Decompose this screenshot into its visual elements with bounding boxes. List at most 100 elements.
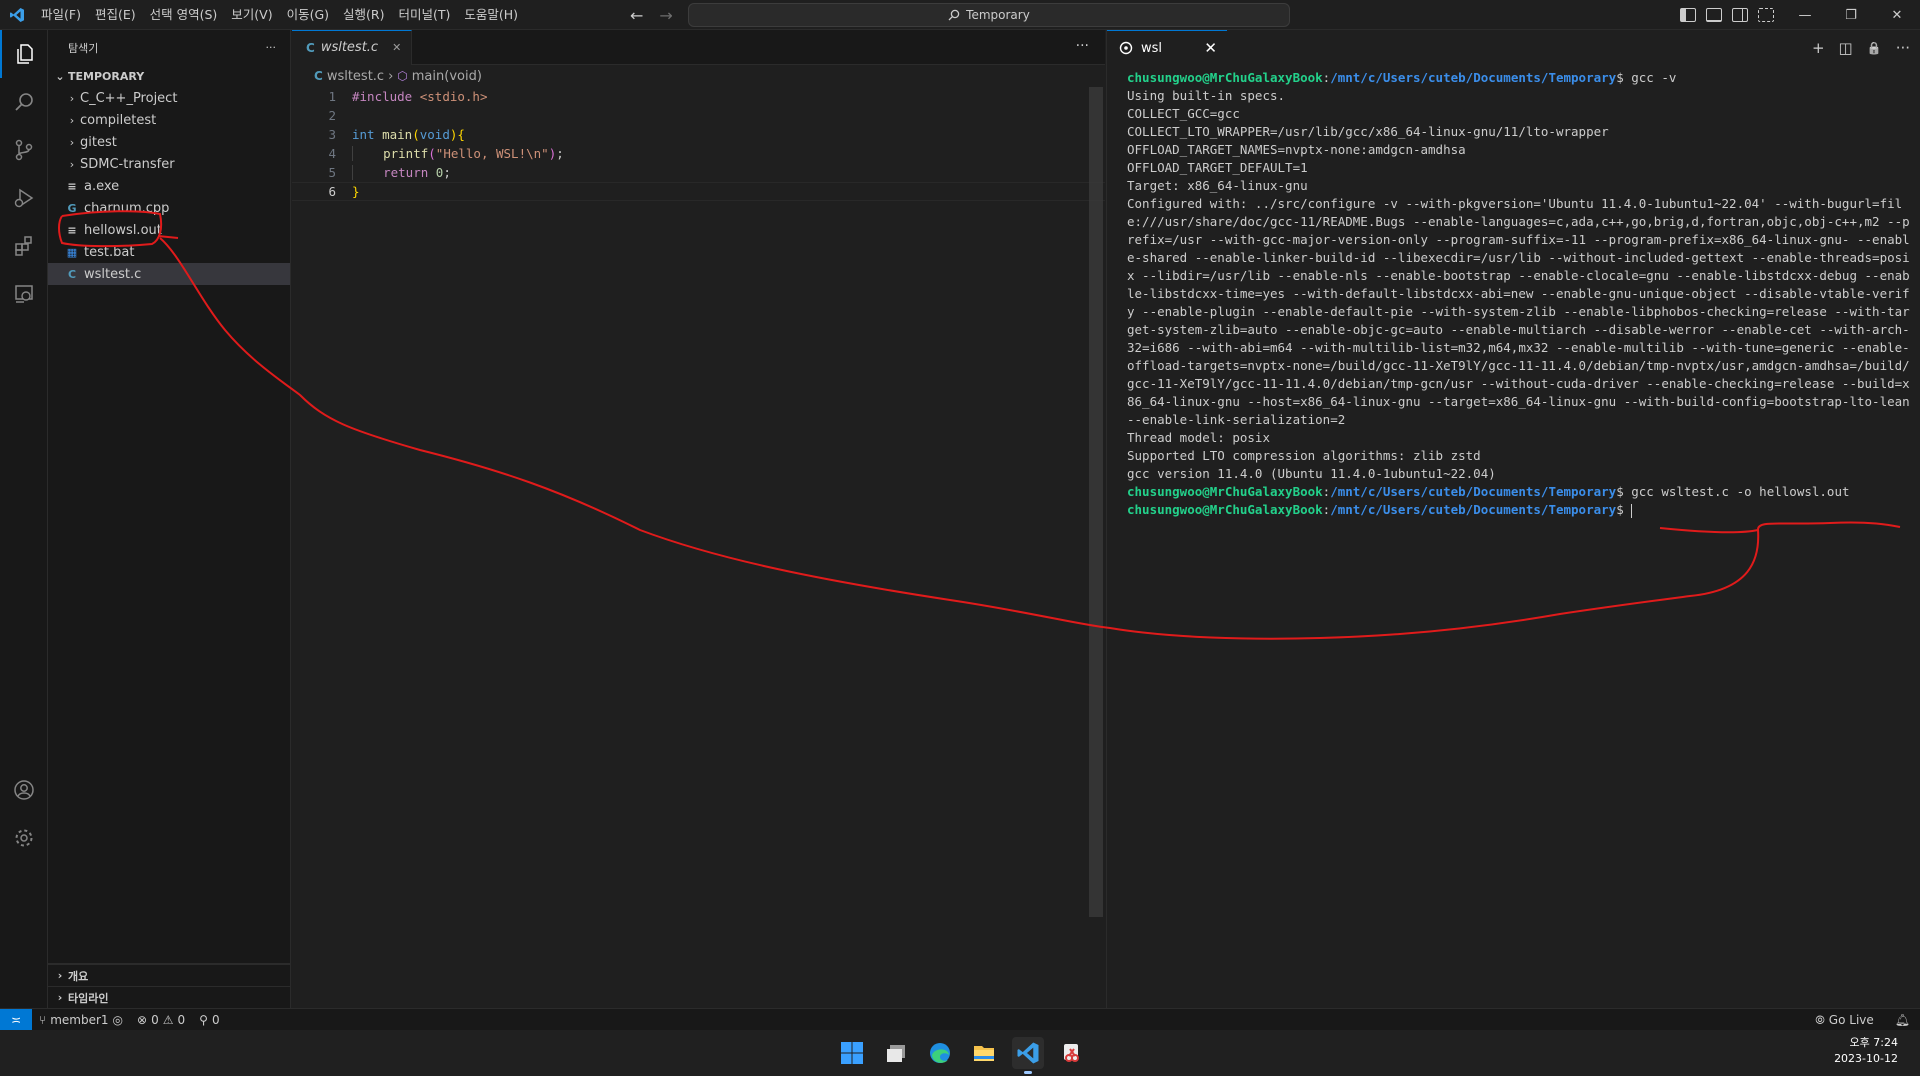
code-indent [352, 165, 384, 180]
menu-edit[interactable]: 편집(E) [88, 0, 143, 30]
tab-terminal-wsl[interactable]: wsl ✕ [1107, 30, 1227, 65]
tree-item-label: hellowsl.out [84, 222, 162, 238]
symbol-method-icon: ⬡ [397, 69, 408, 83]
breadcrumb-symbol[interactable]: main(void) [412, 69, 482, 84]
source-control-icon[interactable] [0, 126, 48, 174]
remote-indicator-button[interactable]: ≍ [0, 1008, 32, 1031]
prompt-end: $ [1616, 70, 1632, 85]
terminal-output[interactable]: chusungwoo@MrChuGalaxyBook:/mnt/c/Users/… [1107, 65, 1920, 519]
run-debug-icon[interactable] [0, 174, 48, 222]
task-view-icon[interactable] [880, 1037, 912, 1069]
files-icon[interactable] [0, 30, 48, 78]
account-icon[interactable] [0, 766, 48, 814]
tree-folder-c-cpp-project[interactable]: › C_C++_Project [48, 87, 290, 109]
menu-file[interactable]: 파일(F) [34, 0, 88, 30]
workspace-folder-label: TEMPORARY [68, 69, 145, 83]
chevron-right-icon: › [57, 969, 63, 982]
menu-run[interactable]: 실행(R) [336, 0, 391, 30]
tree-file-a-exe[interactable]: ≡ a.exe [48, 175, 290, 197]
tab-wsltest-c[interactable]: C wsltest.c ✕ [292, 29, 413, 65]
workspace-folder-header[interactable]: ⌄ TEMPORARY [48, 65, 290, 87]
tree-item-label: wsltest.c [84, 266, 142, 282]
new-terminal-icon[interactable]: + [1812, 39, 1825, 57]
remote-explorer-icon[interactable] [0, 270, 48, 318]
file-explorer-icon[interactable] [968, 1037, 1000, 1069]
menu-go[interactable]: 이동(G) [280, 0, 336, 30]
extensions-icon[interactable] [0, 222, 48, 270]
settings-gear-icon[interactable] [0, 814, 48, 862]
code-token: ; [556, 146, 564, 161]
tree-file-wsltest-c[interactable]: C wsltest.c [48, 263, 290, 285]
c-file-icon: C [306, 40, 315, 55]
toggle-primary-sidebar-icon[interactable] [1680, 8, 1696, 22]
line-number: 1 [328, 89, 336, 104]
vscode-icon[interactable] [1012, 1037, 1044, 1074]
minimize-button[interactable]: — [1782, 0, 1828, 30]
editor-more-actions[interactable]: ··· [1076, 38, 1089, 54]
code-token: int [352, 127, 375, 142]
timeline-label: 타임라인 [68, 991, 109, 1005]
tree-folder-sdmc-transfer[interactable]: › SDMC-transfer [48, 153, 290, 175]
search-icon[interactable] [0, 78, 48, 126]
outline-label: 개요 [68, 969, 89, 983]
snipping-tool-icon[interactable] [1056, 1037, 1088, 1069]
code-token: "Hello, WSL!\n" [435, 146, 549, 161]
editor-scrollbar[interactable] [1089, 87, 1103, 917]
breadcrumb-file[interactable]: wsltest.c [327, 69, 384, 84]
tree-file-test-bat[interactable]: ▦ test.bat [48, 241, 290, 263]
clock-date: 2023-10-12 [1834, 1052, 1898, 1065]
close-icon[interactable]: ✕ [1204, 39, 1217, 57]
explorer-more-actions[interactable]: ··· [266, 41, 277, 54]
code-token: ( [428, 146, 436, 161]
forward-arrow-icon[interactable]: → [659, 6, 672, 25]
outline-section[interactable]: › 개요 [48, 964, 290, 986]
split-terminal-icon[interactable]: ◫ [1839, 39, 1853, 57]
system-tray-clock[interactable]: 오후 7:24 2023-10-12 [1834, 1035, 1898, 1067]
tree-item-label: test.bat [84, 244, 135, 260]
code-token: ( [412, 127, 420, 142]
windows-start-icon[interactable] [836, 1037, 868, 1069]
prompt-user: chusungwoo@MrChuGalaxyBook [1127, 502, 1323, 517]
tree-folder-compiletest[interactable]: › compiletest [48, 109, 290, 131]
tree-item-label: SDMC-transfer [80, 156, 175, 172]
prompt-path: /mnt/c/Users/cuteb/Documents/Temporary [1330, 70, 1617, 85]
toggle-panel-icon[interactable] [1706, 8, 1722, 22]
toggle-secondary-sidebar-icon[interactable] [1732, 8, 1748, 22]
lock-icon[interactable]: 🔒 [1867, 41, 1882, 55]
tree-file-hellowsl-out[interactable]: ≡ hellowsl.out [48, 219, 290, 241]
menu-help[interactable]: 도움말(H) [457, 0, 525, 30]
go-live-button[interactable]: ⦾ Go Live [1808, 1013, 1881, 1028]
batch-file-icon: ▦ [66, 245, 78, 259]
prompt-path: /mnt/c/Users/cuteb/Documents/Temporary [1330, 502, 1617, 517]
close-icon[interactable]: ✕ [392, 41, 401, 54]
tree-folder-gitest[interactable]: › gitest [48, 131, 290, 153]
code-line: 1 #include <stdio.h> [292, 87, 1105, 106]
terminal-more-icon[interactable]: ··· [1896, 39, 1910, 57]
command-center-search[interactable]: Temporary [688, 3, 1290, 27]
menu-terminal[interactable]: 터미널(T) [392, 0, 458, 30]
prompt-end: $ [1616, 502, 1632, 517]
ports-status[interactable]: ⚲ 0 [192, 1013, 226, 1027]
code-token: main [374, 127, 413, 142]
menu-view[interactable]: 보기(V) [224, 0, 279, 30]
cpp-file-icon: G [67, 201, 77, 215]
tree-file-charnum-cpp[interactable]: G charnum.cpp [48, 197, 290, 219]
command-center-label: Temporary [966, 8, 1030, 22]
close-window-button[interactable]: ✕ [1874, 0, 1920, 30]
line-number: 4 [328, 146, 336, 161]
notifications-bell-icon[interactable]: 🔔︎ [1895, 1013, 1910, 1027]
edge-browser-icon[interactable] [924, 1037, 956, 1069]
tree-item-label: charnum.cpp [84, 200, 170, 216]
back-arrow-icon[interactable]: ← [630, 6, 643, 25]
code-line: 3 int main(void){ [292, 125, 1105, 144]
branch-status[interactable]: ⑂ member1 ◎ [32, 1013, 130, 1027]
sync-icon: ◎ [112, 1012, 124, 1027]
customize-layout-icon[interactable] [1758, 8, 1774, 22]
prompt-user: chusungwoo@MrChuGalaxyBook [1127, 484, 1323, 499]
windows-taskbar: 오후 7:24 2023-10-12 [0, 1030, 1920, 1076]
timeline-section[interactable]: › 타임라인 [48, 986, 290, 1008]
code-editor[interactable]: 1 #include <stdio.h> 2 3 int main(void){… [292, 87, 1105, 201]
menu-selection[interactable]: 선택 영역(S) [143, 0, 225, 30]
problems-status[interactable]: ⊗ 0 ⚠ 0 [130, 1013, 192, 1027]
maximize-button[interactable]: ❐ [1828, 0, 1874, 30]
